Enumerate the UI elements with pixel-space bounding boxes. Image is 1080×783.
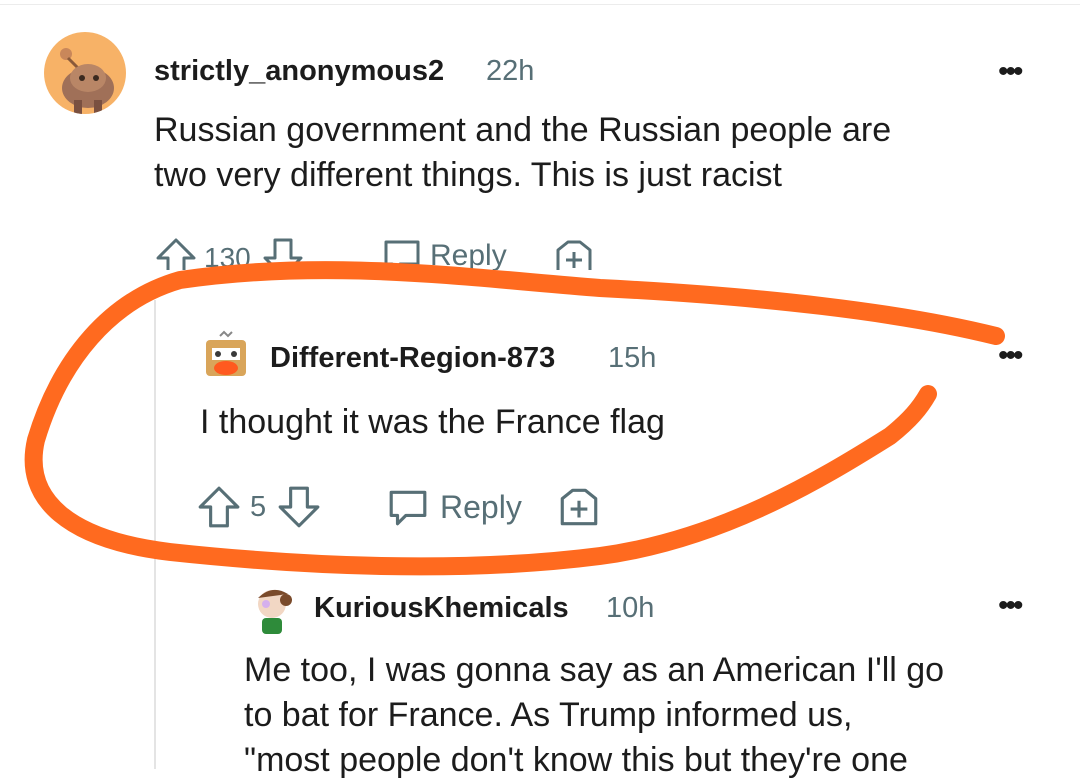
comment-body-line: to bat for France. As Trump informed us, — [244, 696, 853, 734]
comment-author[interactable]: KuriousKhemicals — [314, 592, 569, 625]
more-options-icon[interactable]: ••• — [998, 341, 1023, 371]
upvote-icon[interactable] — [196, 484, 242, 530]
comment-actions: 130 Reply — [150, 232, 630, 270]
comment-body: Russian government and the Russian peopl… — [154, 108, 1034, 198]
reply-button[interactable]: Reply — [386, 486, 522, 528]
reply-label: Reply — [440, 488, 522, 525]
comment-body-line: two very different things. This is just … — [154, 156, 782, 194]
comment-time: 22h — [486, 55, 535, 87]
comment-body-line: "most people don't know this but they're… — [244, 741, 908, 779]
award-icon[interactable] — [552, 236, 596, 270]
comment-body-line: Me too, I was gonna say as an American I… — [244, 651, 945, 689]
downvote-icon[interactable] — [261, 236, 305, 270]
downvote-icon[interactable] — [276, 484, 322, 530]
comment-body-line: Russian government and the Russian peopl… — [154, 111, 892, 149]
avatar[interactable] — [248, 584, 300, 636]
comment-time: 15h — [608, 342, 657, 374]
avatar-icon — [206, 330, 246, 376]
avatar-icon — [258, 589, 292, 634]
comment-author[interactable]: strictly_anonymous2 — [154, 55, 444, 88]
avatar[interactable] — [200, 330, 256, 386]
reply-button[interactable]: Reply — [382, 236, 507, 270]
vote-count: 130 — [204, 242, 251, 270]
reply-label: Reply — [430, 239, 507, 270]
more-options-icon[interactable]: ••• — [998, 591, 1023, 621]
comment-body-line: I thought it was the France flag — [200, 403, 665, 441]
thread-line[interactable] — [154, 300, 156, 769]
comment-author[interactable]: Different-Region-873 — [270, 342, 555, 375]
comment-time: 10h — [606, 592, 655, 624]
vote-count: 5 — [250, 490, 267, 523]
reply-icon — [386, 486, 430, 528]
award-icon[interactable] — [556, 484, 602, 530]
more-options-icon[interactable]: ••• — [998, 57, 1023, 87]
avatar[interactable] — [44, 32, 126, 114]
top-divider — [0, 4, 1080, 5]
comment-body: Me too, I was gonna say as an American I… — [244, 648, 1054, 783]
upvote-icon[interactable] — [154, 236, 198, 270]
comment-body: I thought it was the France flag — [200, 400, 1020, 445]
reply-icon — [382, 236, 422, 270]
avatar-icon — [60, 48, 114, 114]
